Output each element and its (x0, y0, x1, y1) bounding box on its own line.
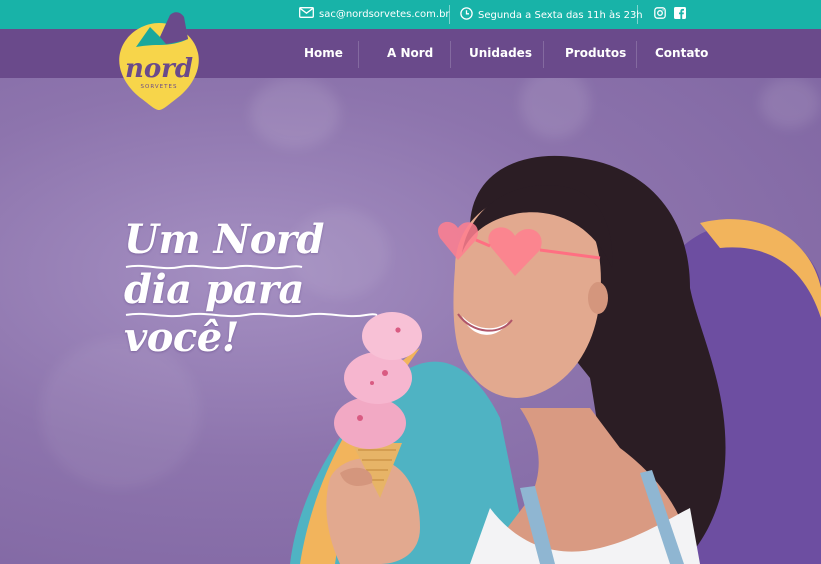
instagram-link[interactable] (654, 7, 666, 22)
nav-divider (358, 41, 359, 68)
hero-banner: Um Nord dia para você! (0, 78, 821, 564)
contact-email[interactable]: sac@nordsorvetes.com.br (299, 7, 450, 21)
underline-wave (125, 264, 303, 270)
underline-wave (125, 312, 378, 318)
divider (637, 5, 638, 24)
hours-text: Segunda a Sexta das 11h às 23h (478, 9, 643, 21)
nav-item-unidades[interactable]: Unidades (469, 29, 532, 78)
instagram-icon (654, 7, 666, 22)
mail-icon (299, 7, 314, 21)
nav-divider (543, 41, 544, 68)
headline-line-1: Um Nord (124, 216, 324, 263)
brand-name: nord (125, 54, 193, 84)
brand-tagline: SORVETES (141, 84, 178, 90)
nav-divider (636, 41, 637, 68)
facebook-icon (674, 7, 686, 22)
opening-hours: Segunda a Sexta das 11h às 23h (460, 7, 643, 23)
hero-headline: Um Nord dia para você! (124, 216, 424, 362)
nav-item-a-nord[interactable]: A Nord (387, 29, 433, 78)
nord-logo[interactable]: nord SORVETES (114, 9, 204, 113)
nav-item-produtos[interactable]: Produtos (565, 29, 626, 78)
nav-divider (450, 41, 451, 68)
divider (449, 5, 450, 24)
facebook-link[interactable] (674, 7, 686, 22)
email-text: sac@nordsorvetes.com.br (319, 8, 450, 20)
nav-item-contato[interactable]: Contato (655, 29, 708, 78)
clock-icon (460, 7, 473, 23)
nav-item-home[interactable]: Home (304, 29, 343, 78)
